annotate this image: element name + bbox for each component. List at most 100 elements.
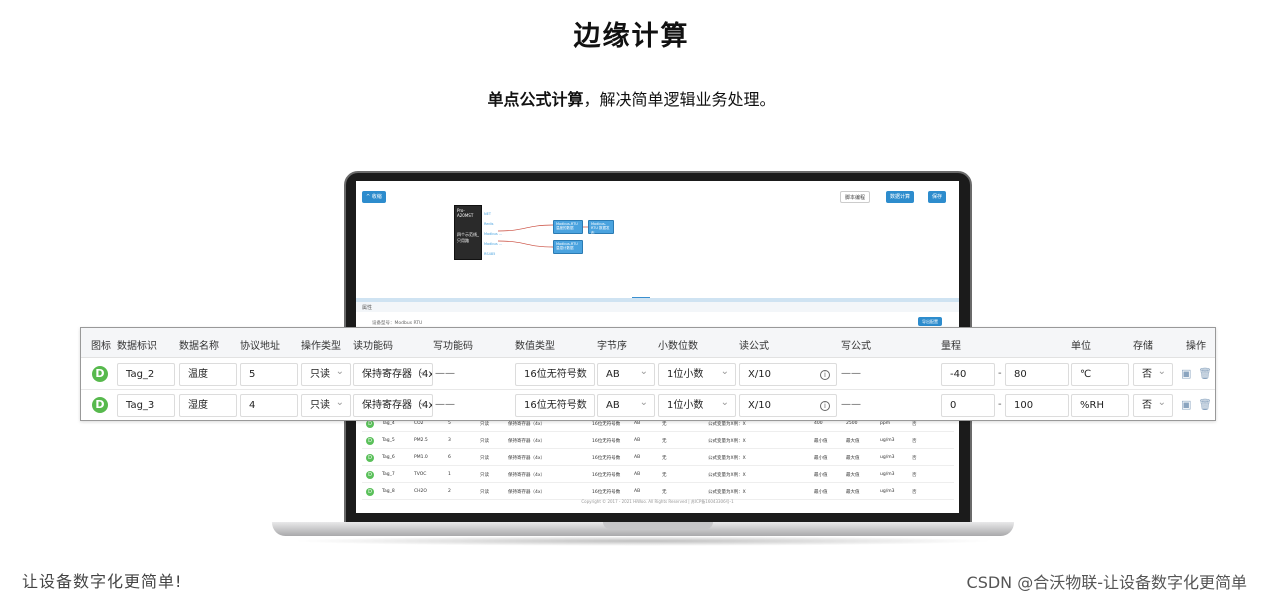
screen-cell-dtype[interactable]: 16位无符号数: [592, 421, 620, 427]
screen-cell-func[interactable]: 保持寄存器（4x）: [508, 489, 545, 495]
screen-cell-unit[interactable]: ug/m3: [880, 438, 894, 443]
screen-cell-mode[interactable]: 只读: [480, 455, 489, 461]
screen-cell-addr[interactable]: 1: [448, 472, 451, 477]
screen-cell-dtype[interactable]: 16位无符号数: [592, 438, 620, 444]
screen-cell-min[interactable]: 最小值: [814, 489, 828, 495]
screen-cell-name[interactable]: PM1.0: [414, 455, 428, 460]
camera-icon[interactable]: ▣: [1181, 367, 1191, 380]
screen-cell-unit[interactable]: ug/m3: [880, 472, 894, 477]
screen-cell-formula[interactable]: 公式变量为X例：X: [708, 421, 746, 427]
screen-cell-max[interactable]: 最大值: [846, 472, 860, 478]
screen-cell-formula[interactable]: 公式变量为X例：X: [708, 438, 746, 444]
screen-cell-mode[interactable]: 只读: [480, 421, 489, 427]
camera-icon[interactable]: ▣: [1181, 398, 1191, 411]
screen-cell-dec[interactable]: 无: [662, 438, 667, 444]
screen-cell-max[interactable]: 最大值: [846, 438, 860, 444]
screen-cell-func[interactable]: 保持寄存器（4x）: [508, 438, 545, 444]
screen-cell-mode[interactable]: 只读: [480, 438, 489, 444]
read-formula-field[interactable]: X/10 i: [739, 394, 837, 417]
screen-cell-max[interactable]: 最大值: [846, 455, 860, 461]
range-min-field[interactable]: 0: [941, 394, 995, 417]
screen-cell-dtype[interactable]: 16位无符号数: [592, 472, 620, 478]
mode-select[interactable]: 只读: [301, 394, 351, 417]
tag-field[interactable]: Tag_3: [117, 394, 175, 417]
screen-cell-dec[interactable]: 无: [662, 455, 667, 461]
screen-cell-store[interactable]: 否: [912, 455, 917, 461]
decimal-select[interactable]: 1位小数: [658, 394, 736, 417]
range-min-field[interactable]: -40: [941, 363, 995, 386]
screen-cell-order[interactable]: AB: [634, 489, 640, 494]
screen-cell-dec[interactable]: 无: [662, 472, 667, 478]
name-field[interactable]: 湿度: [179, 394, 237, 417]
byte-order-select[interactable]: AB: [597, 363, 655, 386]
screen-cell-formula[interactable]: 公式变量为X例：X: [708, 472, 746, 478]
screen-cell-name[interactable]: CH2O: [414, 489, 427, 494]
screen-cell-func[interactable]: 保持寄存器（4x）: [508, 421, 545, 427]
screen-cell-func[interactable]: 保持寄存器（4x）: [508, 455, 545, 461]
screen-cell-order[interactable]: AB: [634, 438, 640, 443]
screen-cell-tag[interactable]: Tag_5: [382, 438, 395, 443]
screen-cell-addr[interactable]: 3: [448, 438, 451, 443]
screen-cell-store[interactable]: 否: [912, 421, 917, 427]
screen-cell-name[interactable]: PM2.5: [414, 438, 428, 443]
screen-cell-func[interactable]: 保持寄存器（4x）: [508, 472, 545, 478]
modbus-node[interactable]: Modbus-RTU 温度的数据: [553, 220, 583, 234]
screen-cell-mode[interactable]: 只读: [480, 472, 489, 478]
screen-cell-min[interactable]: 400: [814, 421, 823, 426]
store-select[interactable]: 否: [1133, 363, 1173, 386]
screen-cell-min[interactable]: 最小值: [814, 455, 828, 461]
decimal-select[interactable]: 1位小数: [658, 363, 736, 386]
modbus-node[interactable]: Modbus-RTU 温湿计数据: [553, 240, 583, 254]
screen-cell-min[interactable]: 最小值: [814, 472, 828, 478]
name-field[interactable]: 温度: [179, 363, 237, 386]
screen-cell-addr[interactable]: 6: [448, 455, 451, 460]
screen-cell-order[interactable]: AB: [634, 472, 640, 477]
screen-cell-dtype[interactable]: 16位无符号数: [592, 489, 620, 495]
unit-field[interactable]: ℃: [1071, 363, 1129, 386]
info-icon[interactable]: i: [820, 370, 830, 380]
read-func-select[interactable]: 保持寄存器（4x）: [353, 394, 433, 417]
screen-cell-store[interactable]: 否: [912, 472, 917, 478]
script-button[interactable]: 脚本编程: [840, 191, 871, 203]
tag-field[interactable]: Tag_2: [117, 363, 175, 386]
dtype-select[interactable]: 16位无符号数: [515, 363, 595, 386]
simulate-button[interactable]: 数据计算: [886, 191, 915, 203]
device-node[interactable]: Pro-A20MST 四个示范线_只用路: [454, 205, 482, 260]
trash-icon[interactable]: 🗑: [1198, 367, 1212, 380]
screen-cell-formula[interactable]: 公式变量为X例：X: [708, 489, 746, 495]
byte-order-select[interactable]: AB: [597, 394, 655, 417]
screen-cell-name[interactable]: TVOC: [414, 472, 426, 477]
screen-cell-mode[interactable]: 只读: [480, 489, 489, 495]
screen-cell-unit[interactable]: ug/m3: [880, 455, 894, 460]
store-select[interactable]: 否: [1133, 394, 1173, 417]
mode-select[interactable]: 只读: [301, 363, 351, 386]
unit-field[interactable]: %RH: [1071, 394, 1129, 417]
address-field[interactable]: 4: [240, 394, 298, 417]
range-max-field[interactable]: 100: [1005, 394, 1069, 417]
screen-cell-dtype[interactable]: 16位无符号数: [592, 455, 620, 461]
screen-cell-dec[interactable]: 无: [662, 489, 667, 495]
range-max-field[interactable]: 80: [1005, 363, 1069, 386]
screen-cell-name[interactable]: CO2: [414, 421, 424, 426]
address-field[interactable]: 5: [240, 363, 298, 386]
screen-cell-unit[interactable]: ppm: [880, 421, 890, 426]
read-func-select[interactable]: 保持寄存器（4x）: [353, 363, 433, 386]
dtype-select[interactable]: 16位无符号数: [515, 394, 595, 417]
info-icon[interactable]: i: [820, 401, 830, 411]
screen-cell-tag[interactable]: Tag_8: [382, 489, 395, 494]
trash-icon[interactable]: 🗑: [1198, 398, 1212, 411]
screen-cell-addr[interactable]: 5: [448, 421, 451, 426]
save-button[interactable]: 保存: [928, 191, 947, 203]
collapse-button[interactable]: ^ 收缩: [362, 191, 386, 203]
screen-cell-max[interactable]: 2500: [846, 421, 857, 426]
screen-cell-min[interactable]: 最小值: [814, 438, 828, 444]
export-config-button[interactable]: 导出配置: [918, 317, 942, 326]
screen-cell-order[interactable]: AB: [634, 455, 640, 460]
screen-cell-store[interactable]: 否: [912, 489, 917, 495]
screen-cell-tag[interactable]: Tag_7: [382, 472, 395, 477]
modbus-node[interactable]: Modbus-RTU 数据发布: [588, 220, 614, 235]
screen-cell-dec[interactable]: 无: [662, 421, 667, 427]
screen-cell-unit[interactable]: ug/m3: [880, 489, 894, 494]
read-formula-field[interactable]: X/10 i: [739, 363, 837, 386]
screen-cell-tag[interactable]: Tag_4: [382, 421, 395, 426]
